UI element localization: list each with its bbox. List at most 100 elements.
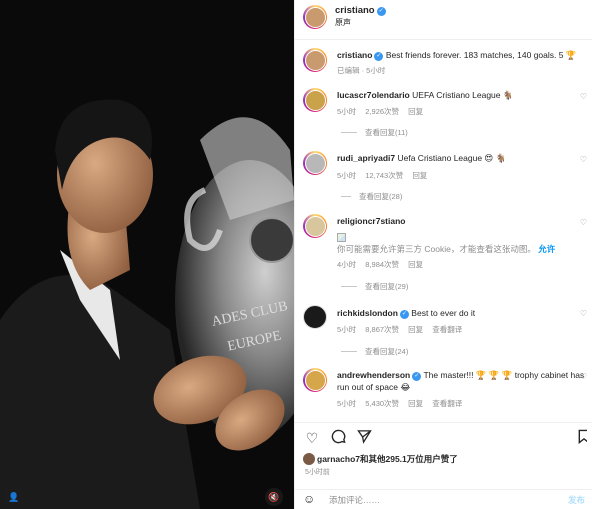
comment-item: andrewhenderson ✓ The master!!! 🏆 🏆 🏆 tro… [295,366,592,422]
comment-heart-icon[interactable]: ♡ [580,309,587,318]
liker-avatar[interactable] [303,453,315,465]
sound-off-icon[interactable]: 🔇 [265,488,283,506]
comment-username[interactable]: religioncr7stiano [337,216,406,226]
comment-text-block: andrewhenderson ✓ The master!!! 🏆 🏆 🏆 tro… [337,369,587,393]
post-details-panel: cristiano ✓ 原声 cristiano ✓ Best friends fo… [294,0,592,509]
view-replies-label: 查看回复(29) [365,282,409,291]
post-comment-button[interactable]: 发布 [568,494,585,506]
comment-username[interactable]: rudi_apriyadi7 [337,153,395,163]
comment-heart-icon[interactable]: ♡ [580,92,587,101]
comment-likes[interactable]: 8,984次赞 [365,260,399,269]
view-replies-label: 查看回复(11) [365,128,408,137]
divider-line [341,351,357,352]
comment-avatar[interactable] [303,151,327,175]
comment-input[interactable] [329,493,529,507]
comment-heart-icon[interactable]: ♡ [580,218,587,227]
author-avatar[interactable] [303,5,327,29]
user-tag-icon[interactable]: 👤 [5,488,23,506]
view-replies-label: 查看回复(28) [359,192,403,201]
likes-count-text[interactable]: 和其他295.1万位用户赞了 [360,453,458,465]
view-replies-button[interactable]: 查看回复(11) [341,127,408,138]
reply-button[interactable]: 回复 [412,171,427,180]
audio-label[interactable]: 原声 [335,17,351,28]
comment-likes[interactable]: 8,867次赞 [365,325,399,334]
comment-time: 5小时 [337,325,357,334]
cookie-notice-text: 你可能需要允许第三方 Cookie，才能查看这张动图。 [337,244,536,254]
cookie-notice: 你可能需要允许第三方 Cookie，才能查看这张动图。 允许 [337,243,587,255]
view-replies-button[interactable]: 查看回复(24) [341,346,408,357]
comment-heart-icon[interactable]: ♡ [580,372,587,381]
allow-cookies-button[interactable]: 允许 [538,244,555,254]
comment-text: UEFA Cristiano League 🐐 [412,90,514,100]
caption-username[interactable]: cristiano [337,50,372,60]
comment-username[interactable]: andrewhenderson [337,370,410,380]
comment-avatar[interactable] [303,88,327,112]
author-name-row: cristiano ✓ [335,5,386,16]
share-icon-glyph [356,430,372,444]
comment-item: lucascr7olendario UEFA Cristiano League … [295,86,592,142]
verified-icon: ✓ [399,310,409,319]
reply-button[interactable]: 回复 [408,107,423,116]
comment-composer: ☺ 发布 [295,489,592,509]
comment-time: 5小时 [337,107,357,116]
action-bar: ♡ garnacho7 和其他295.1万位用户赞了 5小时前 [295,422,592,487]
likes-summary[interactable]: garnacho7 和其他295.1万位用户赞了 [303,453,458,465]
comment-username[interactable]: richkidslondon [337,308,398,318]
comment-meta: 5小时 2,926次赞 回复 [337,106,430,117]
comment-text-block: richkidslondon ✓ Best to ever do it [337,307,587,319]
view-replies-label: 查看回复(24) [365,347,409,356]
verified-icon: ✓ [376,7,386,16]
comment-text-block: rudi_apriyadi7 Uefa Cristiano League 😍 🐐 [337,152,587,164]
caption-meta: 已编辑 · 5小时 [337,66,386,75]
comment-text: Uefa Cristiano League 😍 🐐 [397,153,507,163]
post-media[interactable]: ADES CLUB EUROPE 👤 🔇 [0,0,294,509]
comment-meta: 5小时 12,743次赞 回复 [337,170,434,181]
share-icon[interactable] [355,429,373,447]
comment-item: rudi_apriyadi7 Uefa Cristiano League 😍 🐐… [295,149,592,205]
verified-icon: ✓ [412,372,422,381]
comment-icon[interactable] [329,429,347,447]
comment-avatar[interactable] [303,214,327,238]
comment-text: Best to ever do it [411,308,476,318]
comment-meta: 5小时 5,430次赞 回复 查看翻译 [337,398,469,409]
comment-text-block: religioncr7stiano [337,215,587,227]
comment-avatar[interactable] [303,305,327,329]
comment-item: richkidslondon ✓ Best to ever do it 5小时 8… [295,303,592,359]
liker-username[interactable]: garnacho7 [317,454,360,464]
post-photo: ADES CLUB EUROPE [0,0,294,509]
post-header: cristiano ✓ 原声 [295,0,592,40]
divider-line [341,196,351,197]
broken-image-icon [337,233,346,242]
comments-list[interactable]: cristiano ✓ Best friends forever. 183 mat… [295,41,592,422]
comment-username[interactable]: lucascr7olendario [337,90,410,100]
bookmark-icon-glyph [578,429,587,445]
comment-time: 5小时 [337,399,357,408]
caption-row: cristiano ✓ Best friends forever. 183 mat… [295,46,592,86]
heart-icon[interactable]: ♡ [303,429,321,447]
post-time-ago: 5小时前 [305,469,330,476]
comment-time: 5小时 [337,171,357,180]
author-username[interactable]: cristiano [335,5,375,16]
view-replies-button[interactable]: 查看回复(29) [341,281,408,292]
divider-line [341,132,357,133]
caption-text: Best friends forever. 183 matches, 140 g… [385,50,577,60]
comment-avatar[interactable] [303,368,327,392]
reply-button[interactable]: 回复 [408,399,423,408]
view-replies-button[interactable]: 查看回复(28) [341,191,402,202]
comment-likes[interactable]: 2,926次赞 [365,107,399,116]
comment-meta: 4小时 8,984次赞 回复 [337,259,430,270]
translate-button[interactable]: 查看翻译 [432,399,462,408]
comment-likes[interactable]: 5,430次赞 [365,399,399,408]
caption-text-block: cristiano ✓ Best friends forever. 183 mat… [337,49,587,61]
bookmark-icon[interactable] [577,429,587,447]
divider-line [341,286,357,287]
translate-button[interactable]: 查看翻译 [432,325,462,334]
caption-avatar[interactable] [303,48,327,72]
reply-button[interactable]: 回复 [408,260,423,269]
comment-meta: 5小时 8,867次赞 回复 查看翻译 [337,324,469,335]
reply-button[interactable]: 回复 [408,325,423,334]
comment-icon-glyph [331,429,346,444]
comment-likes[interactable]: 12,743次赞 [365,171,403,180]
comment-heart-icon[interactable]: ♡ [580,155,587,164]
smile-icon[interactable]: ☺ [303,492,315,506]
